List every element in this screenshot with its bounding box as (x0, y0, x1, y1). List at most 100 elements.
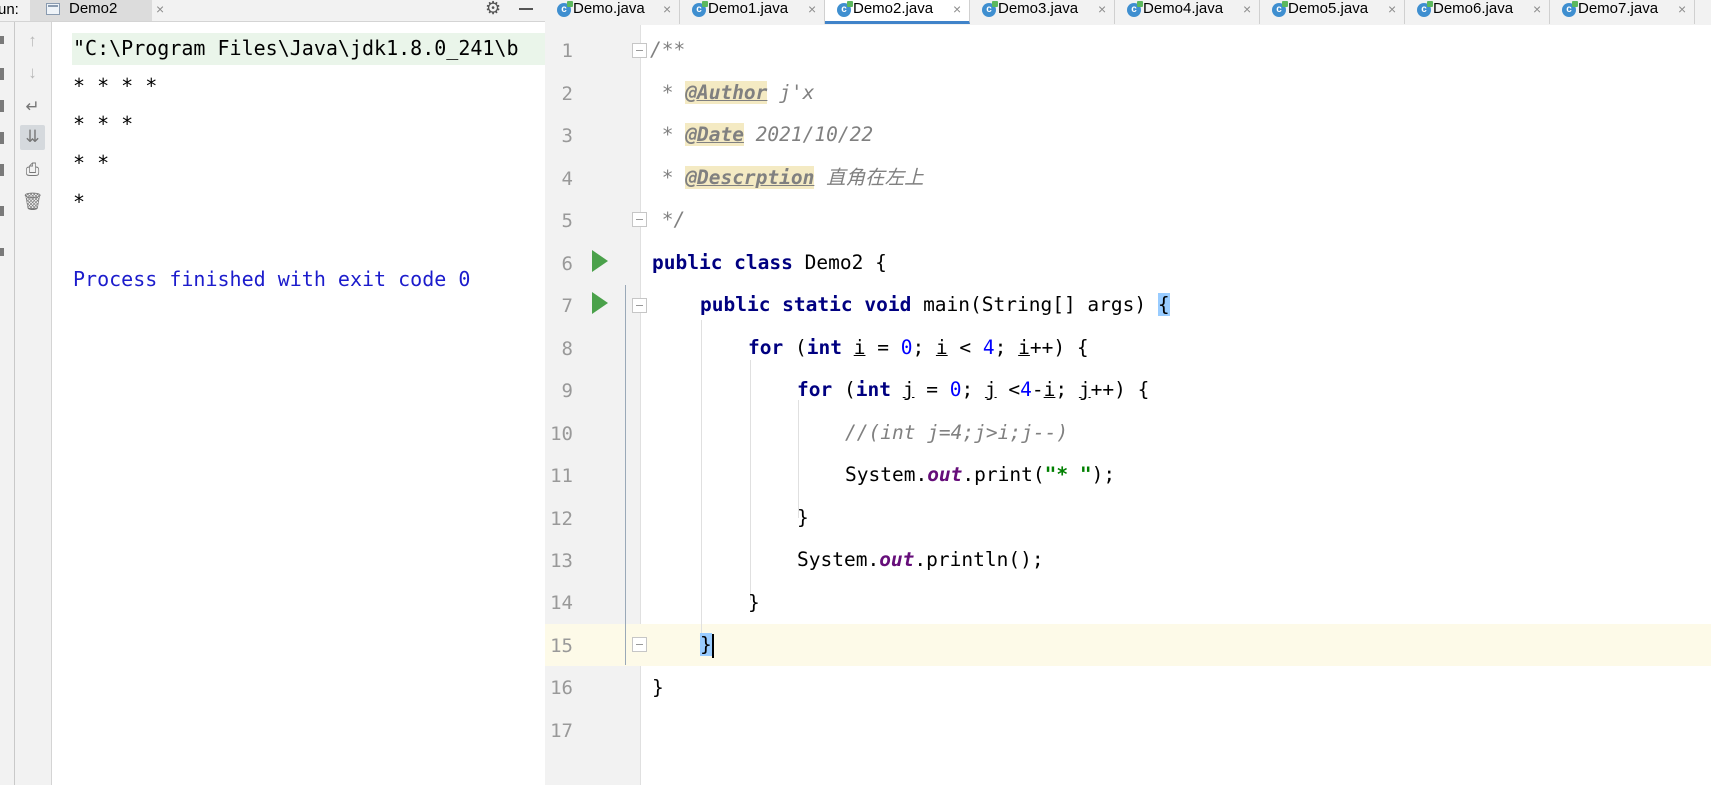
javadoc-text: 2021/10/22 (743, 123, 874, 146)
run-class-icon[interactable] (592, 250, 608, 272)
code-line-13: System.out.println(); (797, 546, 1044, 574)
console-output-line: * * * * (73, 74, 158, 98)
line-number: 7 (561, 295, 573, 317)
tab-close-icon[interactable]: × (1678, 0, 1686, 18)
tab-demo5[interactable]: c Demo5.java × (1260, 0, 1405, 24)
tab-close-icon[interactable]: × (808, 0, 816, 18)
scroll-to-end-icon[interactable]: ⇊ (20, 125, 45, 150)
code-text: < (947, 336, 983, 359)
fold-icon[interactable] (632, 637, 647, 652)
javadoc-tag-date: @Date (685, 123, 744, 146)
run-header: un: Demo2 × ⚙ (0, 0, 545, 22)
console-output-line: * * * (73, 112, 134, 136)
code-line-4: * @Descrption 直角在左上 (650, 164, 924, 192)
keyword: int (855, 378, 891, 401)
tab-demo[interactable]: c Demo.java × (545, 0, 680, 24)
keyword: public class (652, 251, 793, 274)
code-text: ; (912, 336, 936, 359)
trash-icon[interactable]: 🗑 (20, 190, 45, 215)
tab-demo6[interactable]: c Demo6.java × (1405, 0, 1550, 24)
line-number: 6 (561, 253, 573, 275)
strip-marker[interactable] (0, 100, 4, 112)
code-text: ( (783, 336, 807, 359)
minimize-icon[interactable] (519, 8, 533, 10)
code-text: - (1031, 378, 1044, 401)
code-text: .print( (962, 463, 1045, 486)
variable-i: i (853, 336, 866, 359)
strip-marker[interactable] (0, 132, 4, 144)
tab-close-icon[interactable]: × (953, 0, 961, 18)
line-number: 5 (561, 210, 573, 232)
code-line-6: public class Demo2 { (652, 249, 887, 277)
arrow-up-icon[interactable]: ↑ (20, 29, 45, 54)
java-class-icon: c (1127, 1, 1143, 17)
tab-label: Demo2.java (853, 0, 934, 17)
fold-icon[interactable] (632, 212, 647, 227)
code-line-3: * @Date 2021/10/22 (650, 121, 873, 149)
line-number: 14 (550, 592, 573, 614)
tab-close-icon[interactable]: × (663, 0, 671, 18)
number-literal: 0 (900, 336, 913, 359)
code-line-7: public static void main(String[] args) { (700, 291, 1170, 319)
tab-close-icon[interactable]: × (1533, 0, 1541, 18)
matched-brace: } (700, 633, 712, 656)
strip-marker[interactable] (0, 206, 4, 216)
console-output[interactable]: "C:\Program Files\Java\jdk1.8.0_241\b * … (52, 22, 545, 785)
print-icon[interactable]: ⎙ (20, 158, 45, 183)
strip-marker[interactable] (0, 36, 4, 44)
tab-demo2[interactable]: c Demo2.java × (825, 0, 970, 24)
line-number: 15 (550, 635, 573, 657)
run-tool-window: un: Demo2 × ⚙ ↑ ↓ ↵ ⇊ ⎙ 🗑 "C:\Program Fi… (0, 0, 545, 785)
tab-label: Demo3.java (998, 0, 1079, 17)
strip-marker[interactable] (0, 68, 4, 80)
line-number: 10 (550, 423, 573, 445)
soft-wrap-icon[interactable]: ↵ (20, 95, 45, 120)
fold-icon[interactable] (632, 298, 647, 313)
tab-demo1[interactable]: c Demo1.java × (680, 0, 825, 24)
variable-i: i (1043, 378, 1056, 401)
line-number: 12 (550, 508, 573, 530)
code-text: Demo2 { (792, 251, 887, 274)
code-line-8: for (int i = 0; i < 4; i++) { (748, 334, 1089, 362)
tab-close-icon[interactable]: × (1243, 0, 1251, 18)
left-tool-strip (0, 22, 15, 785)
run-tab-close-icon[interactable]: × (156, 0, 164, 18)
tab-close-icon[interactable]: × (1388, 0, 1396, 18)
code-text: .println(); (914, 548, 1044, 571)
code-line-2: * @Author j'x (650, 79, 814, 107)
variable-i: i (1018, 336, 1030, 359)
indent-guide (701, 320, 702, 638)
strip-marker[interactable] (0, 164, 4, 176)
tab-demo7[interactable]: c Demo7.java × (1550, 0, 1695, 24)
run-tab-demo2[interactable]: Demo2 × (30, 0, 164, 21)
javadoc-tag-author: @Author (685, 81, 768, 104)
tab-demo4[interactable]: c Demo4.java × (1115, 0, 1260, 24)
fold-range-line (625, 285, 626, 665)
editor-tab-bar: c Demo.java × c Demo1.java × c Demo2.jav… (545, 0, 1711, 26)
number-literal: 4 (982, 336, 995, 359)
line-number: 9 (561, 380, 573, 402)
current-line-highlight (545, 624, 1711, 666)
strip-marker[interactable] (0, 248, 4, 256)
static-field: out (927, 463, 963, 486)
code-line-9: for (int j = 0; j <4-i; j++) { (797, 376, 1149, 404)
code-text: ( (832, 378, 856, 401)
run-label: un: (0, 1, 19, 18)
keyword: int (806, 336, 842, 359)
javadoc-open: /** (650, 38, 686, 61)
code-line-5: */ (650, 206, 686, 234)
tab-close-icon[interactable]: × (1098, 0, 1106, 18)
fold-icon[interactable] (632, 43, 647, 58)
java-class-icon: c (1272, 1, 1288, 17)
code-text: System. (797, 548, 880, 571)
run-main-icon[interactable] (592, 292, 608, 314)
line-comment: //(int j=4;j>i;j--) (845, 421, 1069, 444)
java-class-icon: c (557, 1, 573, 17)
javadoc-star: * (650, 123, 686, 146)
code-text: } (652, 676, 664, 699)
gear-icon[interactable]: ⚙ (485, 0, 501, 18)
console-output-line: * * (73, 151, 110, 175)
arrow-down-icon[interactable]: ↓ (20, 61, 45, 86)
tab-demo3[interactable]: c Demo3.java × (970, 0, 1115, 24)
